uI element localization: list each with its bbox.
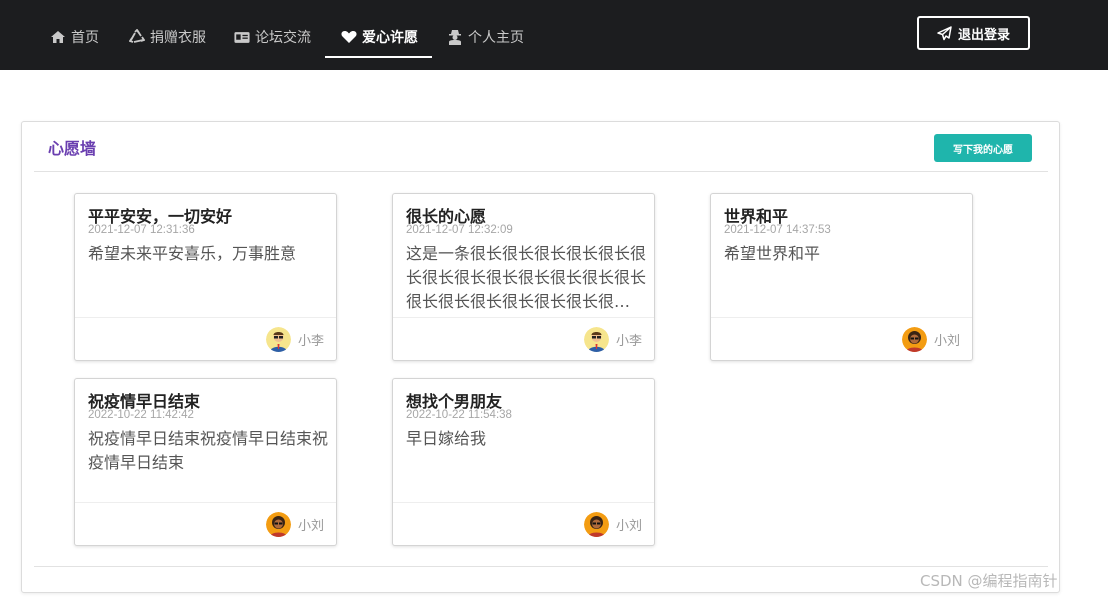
wish-time: 2022-10-22 11:54:38: [406, 409, 512, 421]
write-wish-button[interactable]: 写下我的心愿: [934, 134, 1032, 162]
nav-item-forum[interactable]: 论坛交流: [234, 16, 311, 58]
home-icon: [50, 29, 66, 45]
wish-author: 小李: [265, 326, 324, 352]
avatar-icon: [265, 511, 291, 537]
author-name: 小李: [615, 333, 642, 349]
paper-plane-icon: [937, 25, 952, 41]
wish-content: 这是一条很长很长很长很长很长很长很长很长很长很长很长很长很长很长很长很长很长很长…: [406, 244, 646, 311]
wish-time: 2022-10-22 11:42:42: [88, 409, 194, 421]
nav-item-home[interactable]: 首页: [50, 16, 99, 58]
avatar-icon: [583, 326, 609, 352]
wish-card[interactable]: 平平安安，一切安好 2021-12-07 12:31:36 希望未来平安喜乐，万…: [74, 193, 337, 361]
wish-wall-panel: 心愿墙 写下我的心愿 平平安安，一切安好 2021-12-07 12:31:36…: [21, 121, 1060, 593]
wish-content: 祝疫情早日结束祝疫情早日结束祝疫情早日结束: [88, 429, 328, 472]
wish-time: 2021-12-07 12:32:09: [406, 224, 513, 236]
logout-label: 退出登录: [957, 27, 1010, 43]
top-navbar: 首页 捐赠衣服 论坛交流 爱心许愿 个人主页 退出登录: [0, 0, 1108, 70]
panel-divider: [34, 171, 1048, 172]
card-divider: [75, 317, 336, 318]
wish-card[interactable]: 世界和平 2021-12-07 14:37:53 希望世界和平 小刘: [710, 193, 973, 361]
wish-author: 小刘: [265, 511, 324, 537]
nav-item-wish[interactable]: 爱心许愿: [325, 16, 432, 58]
avatar-icon: [265, 326, 291, 352]
wish-content: 早日嫁给我: [406, 429, 487, 448]
author-name: 小李: [297, 333, 324, 349]
wish-card[interactable]: 祝疫情早日结束 2022-10-22 11:42:42 祝疫情早日结束祝疫情早日…: [74, 378, 337, 546]
card-divider: [393, 317, 654, 318]
logout-button[interactable]: 退出登录: [917, 16, 1030, 50]
nav-item-donate[interactable]: 捐赠衣服: [129, 16, 206, 58]
wish-time: 2021-12-07 12:31:36: [88, 224, 195, 236]
panel-divider-bottom: [34, 566, 1048, 567]
wish-author: 小刘: [901, 326, 960, 352]
wish-card[interactable]: 很长的心愿 2021-12-07 12:32:09 这是一条很长很长很长很长很长…: [392, 193, 655, 361]
wish-content: 希望未来平安喜乐，万事胜意: [88, 244, 297, 263]
watermark: CSDN @编程指南针: [920, 572, 1058, 590]
nav-item-label: 捐赠衣服: [150, 30, 206, 46]
id-card-icon: [234, 29, 250, 45]
author-name: 小刘: [615, 518, 642, 534]
avatar-icon: [901, 326, 927, 352]
nav-item-label: 论坛交流: [255, 30, 311, 46]
wish-author: 小李: [583, 326, 642, 352]
card-divider: [711, 317, 972, 318]
card-divider: [393, 502, 654, 503]
nav-item-label: 首页: [71, 30, 99, 46]
recycle-icon: [129, 29, 145, 45]
wish-time: 2021-12-07 14:37:53: [724, 224, 831, 236]
wish-author: 小刘: [583, 511, 642, 537]
author-name: 小刘: [933, 333, 960, 349]
wish-content: 希望世界和平: [724, 244, 821, 263]
author-name: 小刘: [297, 518, 324, 534]
nav-item-label: 个人主页: [468, 30, 524, 46]
card-divider: [75, 502, 336, 503]
heart-icon: [341, 29, 357, 45]
nav-item-profile[interactable]: 个人主页: [447, 16, 524, 58]
user-secret-icon: [447, 29, 463, 45]
avatar-icon: [583, 511, 609, 537]
panel-title: 心愿墙: [48, 139, 97, 158]
nav-item-label: 爱心许愿: [362, 30, 418, 46]
wish-card[interactable]: 想找个男朋友 2022-10-22 11:54:38 早日嫁给我 小刘: [392, 378, 655, 546]
